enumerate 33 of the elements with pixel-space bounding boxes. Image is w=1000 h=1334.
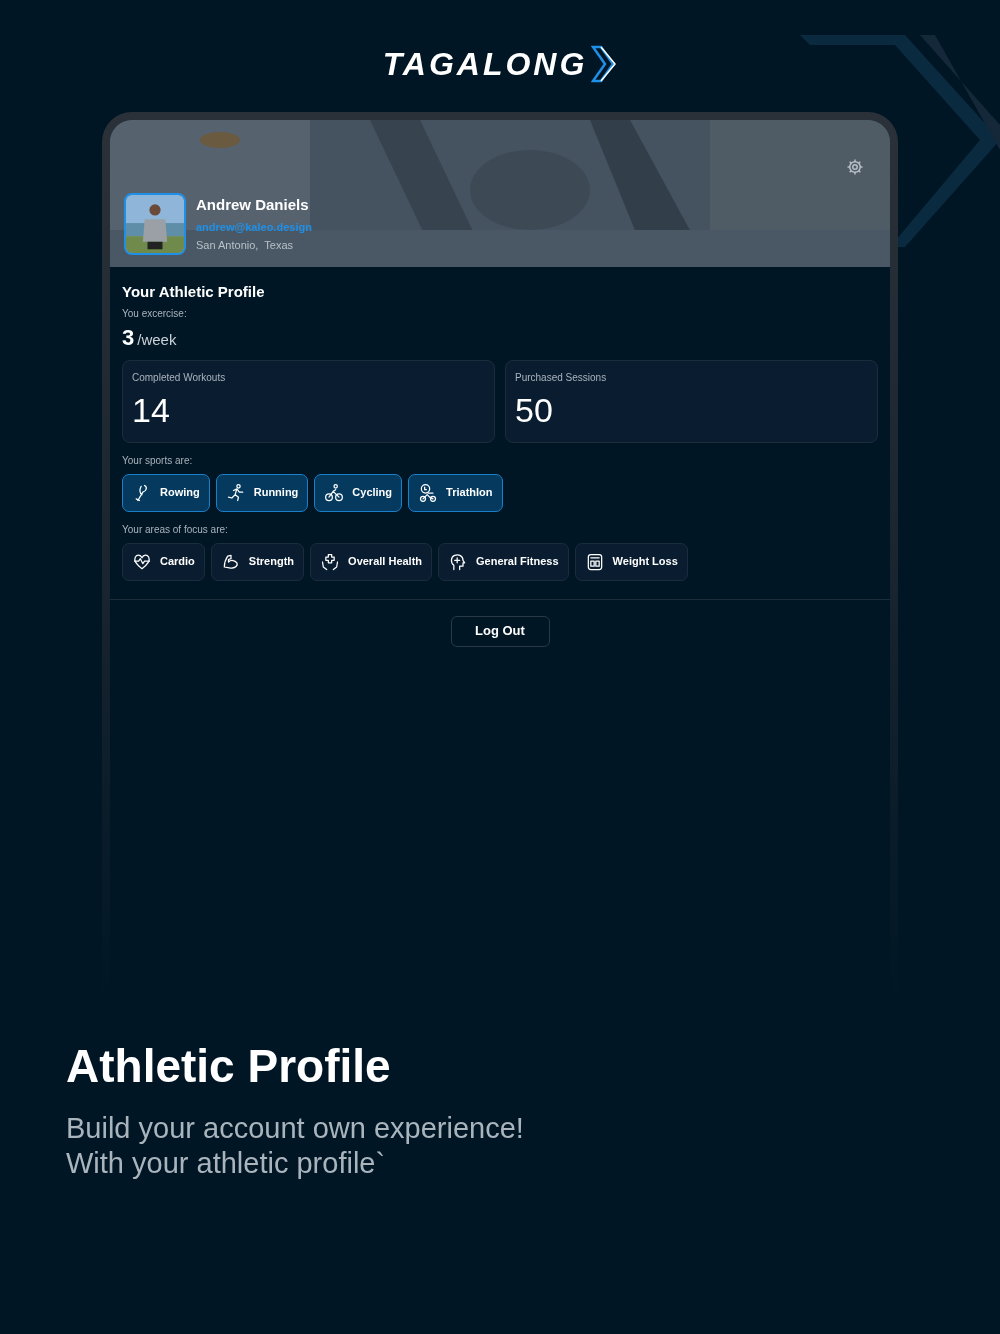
stat-value: 50 — [515, 392, 554, 427]
user-name: Andrew Daniels — [196, 195, 310, 216]
chevron-decoration-icon — [800, 35, 1000, 247]
stat-label: Purchased Sessions — [515, 370, 608, 385]
sports-label: Your sports are: — [122, 453, 194, 468]
chip[interactable]: General Fitness — [438, 542, 569, 581]
selected-chip[interactable]: Running — [215, 473, 309, 512]
stat-value: 14 — [132, 392, 171, 427]
selected-chip[interactable]: Cycling — [314, 473, 403, 512]
selected-chip[interactable]: Triathlon — [408, 473, 503, 512]
triathlon-icon — [418, 482, 439, 503]
caption-subtitle: Build your account own experience! — [66, 1111, 524, 1146]
section-title: Your Athletic Profile — [122, 282, 266, 302]
caption-title: Athletic Profile — [66, 1039, 392, 1094]
hands-cross-icon — [320, 551, 341, 572]
user-location: San Antonio, Texas — [196, 238, 295, 254]
logout-button[interactable]: Log Out — [450, 615, 550, 647]
caption-subtitle: With your athletic profile` — [66, 1146, 387, 1181]
exercise-unit: /week — [137, 329, 177, 350]
chip[interactable]: Strength — [210, 542, 305, 581]
chevron-logo-icon — [591, 44, 618, 84]
exercise-label: You excercise: — [122, 306, 188, 321]
selected-chip[interactable]: Rowing — [122, 473, 210, 512]
stat-label: Completed Workouts — [132, 370, 227, 385]
chip[interactable]: Weight Loss — [574, 542, 688, 581]
cyclist-icon — [324, 482, 345, 503]
runner-icon — [225, 482, 246, 503]
settings-icon[interactable] — [846, 158, 864, 176]
logo-text: TAGALONG — [382, 45, 588, 84]
exercise-count: 3 — [122, 323, 135, 352]
chip[interactable]: Cardio — [122, 542, 205, 581]
focus-label: Your areas of focus are: — [122, 522, 229, 537]
chip[interactable]: Overall Health — [310, 542, 433, 581]
